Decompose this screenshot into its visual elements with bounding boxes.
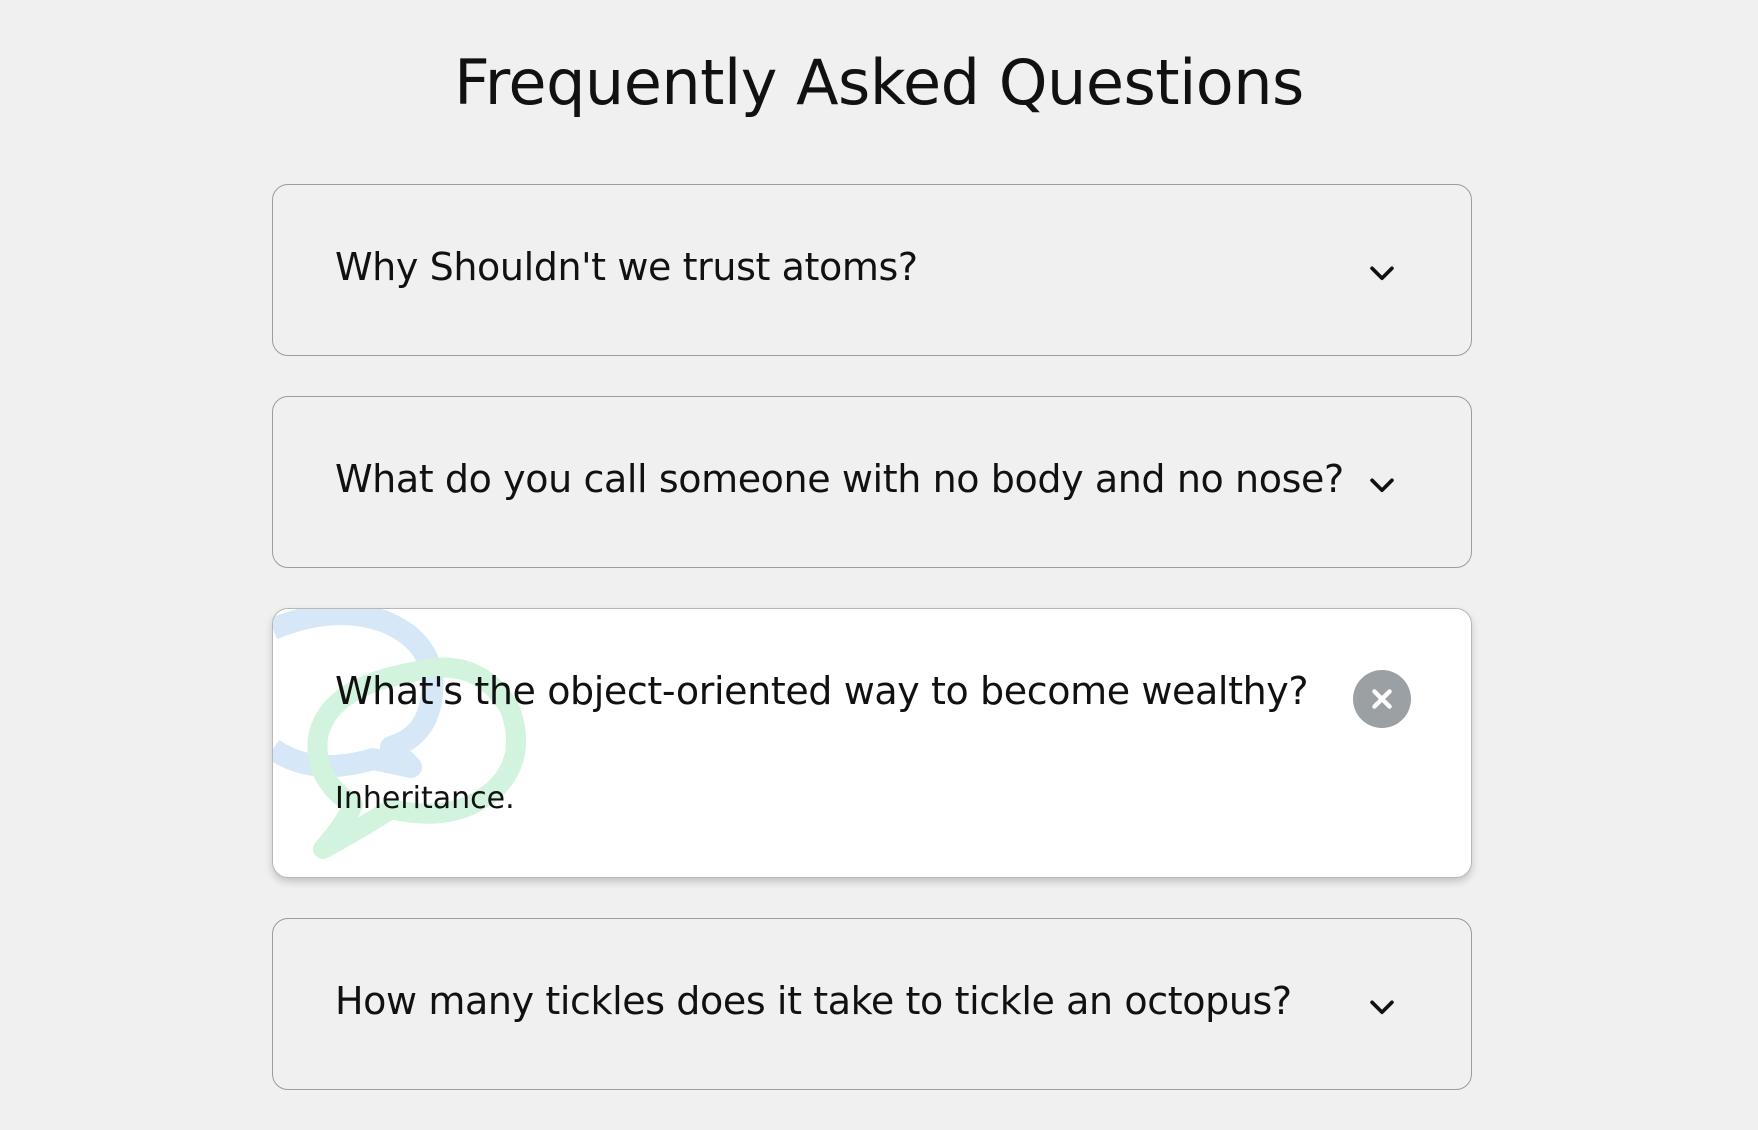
faq-question[interactable]: What's the object-oriented way to become… bbox=[335, 669, 1309, 713]
expand-button[interactable] bbox=[1353, 245, 1411, 303]
page-title: Frequently Asked Questions bbox=[454, 46, 1304, 119]
faq-question[interactable]: Why Shouldn't we trust atoms? bbox=[335, 245, 918, 289]
expand-button[interactable] bbox=[1353, 457, 1411, 515]
faq-question[interactable]: How many tickles does it take to tickle … bbox=[335, 979, 1292, 1023]
chevron-down-icon bbox=[1370, 478, 1394, 493]
close-icon bbox=[1372, 689, 1392, 709]
faq-question[interactable]: What do you call someone with no body an… bbox=[335, 457, 1344, 501]
expand-button[interactable] bbox=[1353, 979, 1411, 1037]
faq-item[interactable]: How many tickles does it take to tickle … bbox=[272, 918, 1472, 1090]
faq-answer: Inheritance. bbox=[335, 781, 515, 816]
faq-list: Why Shouldn't we trust atoms? What do yo… bbox=[272, 184, 1472, 1130]
chevron-down-icon bbox=[1370, 266, 1394, 281]
chevron-down-icon bbox=[1370, 1000, 1394, 1015]
faq-item[interactable]: What do you call someone with no body an… bbox=[272, 396, 1472, 568]
collapse-button[interactable] bbox=[1353, 670, 1411, 728]
faq-item-expanded[interactable]: What's the object-oriented way to become… bbox=[272, 608, 1472, 878]
faq-item[interactable]: Why Shouldn't we trust atoms? bbox=[272, 184, 1472, 356]
speech-bubbles-icon bbox=[273, 609, 527, 859]
